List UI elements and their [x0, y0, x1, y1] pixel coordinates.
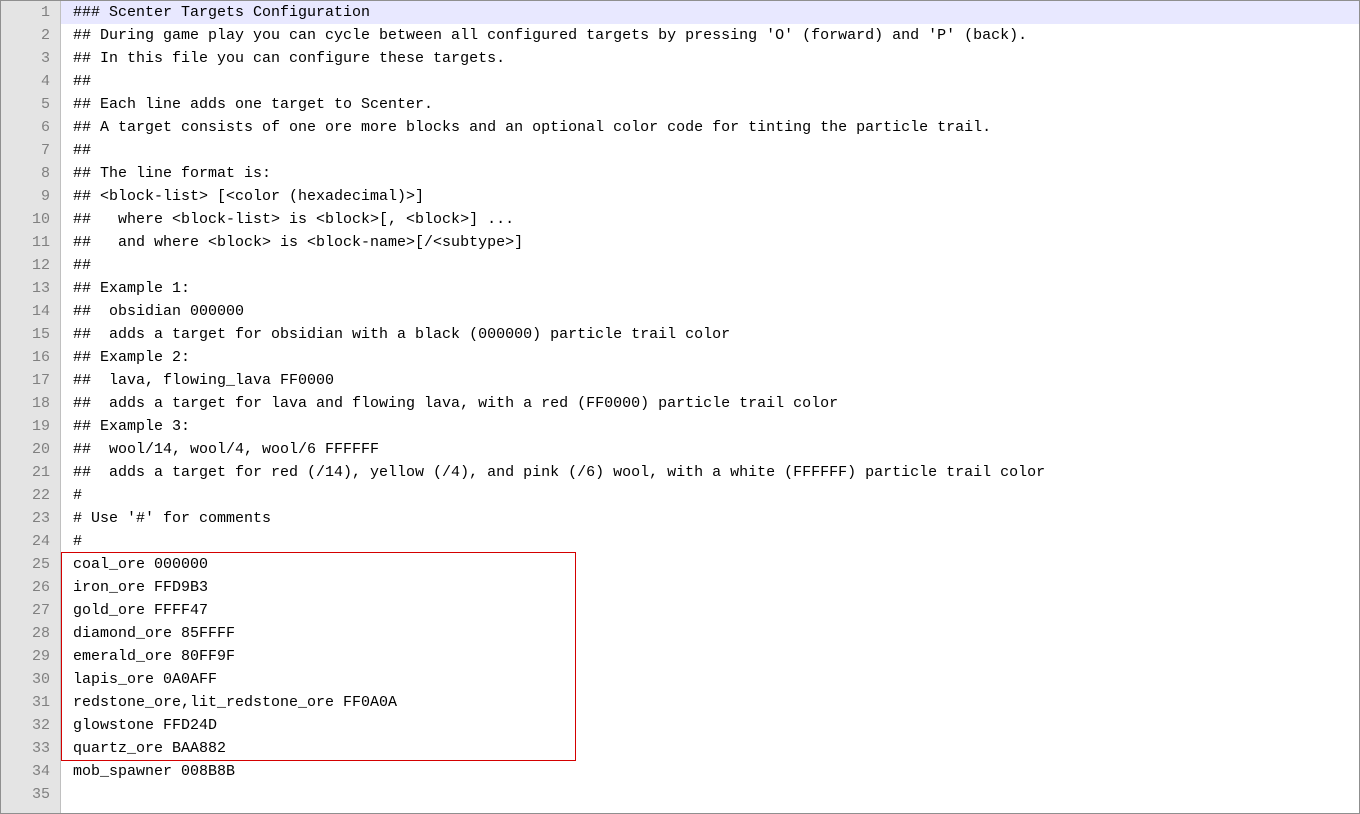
line-number: 16 — [1, 346, 60, 369]
line-number: 30 — [1, 668, 60, 691]
line-number: 1 — [1, 1, 60, 24]
line-number: 17 — [1, 369, 60, 392]
line-number: 26 — [1, 576, 60, 599]
code-line[interactable]: coal_ore 000000 — [61, 553, 1359, 576]
code-line[interactable]: ### Scenter Targets Configuration — [61, 1, 1359, 24]
code-line[interactable]: ## The line format is: — [61, 162, 1359, 185]
code-line[interactable]: ## — [61, 139, 1359, 162]
line-number: 5 — [1, 93, 60, 116]
line-number: 2 — [1, 24, 60, 47]
line-number: 8 — [1, 162, 60, 185]
code-line[interactable]: diamond_ore 85FFFF — [61, 622, 1359, 645]
code-line[interactable]: # — [61, 484, 1359, 507]
line-number: 24 — [1, 530, 60, 553]
text-editor: 1234567891011121314151617181920212223242… — [0, 0, 1360, 814]
code-line[interactable]: ## <block-list> [<color (hexadecimal)>] — [61, 185, 1359, 208]
code-line[interactable]: ## adds a target for lava and flowing la… — [61, 392, 1359, 415]
code-line[interactable]: ## wool/14, wool/4, wool/6 FFFFFF — [61, 438, 1359, 461]
line-number: 9 — [1, 185, 60, 208]
code-line[interactable]: quartz_ore BAA882 — [61, 737, 1359, 760]
code-line[interactable]: ## In this file you can configure these … — [61, 47, 1359, 70]
line-number: 34 — [1, 760, 60, 783]
code-line[interactable] — [61, 783, 1359, 806]
code-line[interactable]: ## Each line adds one target to Scenter. — [61, 93, 1359, 116]
line-number: 6 — [1, 116, 60, 139]
line-number: 25 — [1, 553, 60, 576]
code-line[interactable]: ## Example 2: — [61, 346, 1359, 369]
line-number-gutter: 1234567891011121314151617181920212223242… — [1, 1, 61, 813]
code-line[interactable]: gold_ore FFFF47 — [61, 599, 1359, 622]
code-line[interactable]: ## obsidian 000000 — [61, 300, 1359, 323]
code-line[interactable]: glowstone FFD24D — [61, 714, 1359, 737]
line-number: 27 — [1, 599, 60, 622]
code-line[interactable]: ## lava, flowing_lava FF0000 — [61, 369, 1359, 392]
code-line[interactable]: ## and where <block> is <block-name>[/<s… — [61, 231, 1359, 254]
code-line[interactable]: ## Example 3: — [61, 415, 1359, 438]
code-line[interactable]: # Use '#' for comments — [61, 507, 1359, 530]
code-line[interactable]: ## During game play you can cycle betwee… — [61, 24, 1359, 47]
line-number: 33 — [1, 737, 60, 760]
line-number: 14 — [1, 300, 60, 323]
code-line[interactable]: ## Example 1: — [61, 277, 1359, 300]
line-number: 22 — [1, 484, 60, 507]
line-number: 7 — [1, 139, 60, 162]
line-number: 35 — [1, 783, 60, 806]
line-number: 23 — [1, 507, 60, 530]
line-number: 11 — [1, 231, 60, 254]
line-number: 18 — [1, 392, 60, 415]
line-number: 3 — [1, 47, 60, 70]
line-number: 13 — [1, 277, 60, 300]
line-number: 4 — [1, 70, 60, 93]
code-line[interactable]: emerald_ore 80FF9F — [61, 645, 1359, 668]
code-line[interactable]: ## where <block-list> is <block>[, <bloc… — [61, 208, 1359, 231]
line-number: 20 — [1, 438, 60, 461]
line-number: 10 — [1, 208, 60, 231]
code-line[interactable]: iron_ore FFD9B3 — [61, 576, 1359, 599]
code-area[interactable]: ### Scenter Targets Configuration## Duri… — [61, 1, 1359, 813]
line-number: 21 — [1, 461, 60, 484]
code-line[interactable]: ## adds a target for obsidian with a bla… — [61, 323, 1359, 346]
code-line[interactable]: mob_spawner 008B8B — [61, 760, 1359, 783]
line-number: 15 — [1, 323, 60, 346]
code-line[interactable]: # — [61, 530, 1359, 553]
line-number: 28 — [1, 622, 60, 645]
line-number: 31 — [1, 691, 60, 714]
line-number: 12 — [1, 254, 60, 277]
code-line[interactable]: ## A target consists of one ore more blo… — [61, 116, 1359, 139]
line-number: 29 — [1, 645, 60, 668]
code-line[interactable]: ## adds a target for red (/14), yellow (… — [61, 461, 1359, 484]
line-number: 19 — [1, 415, 60, 438]
code-line[interactable]: ## — [61, 254, 1359, 277]
line-number: 32 — [1, 714, 60, 737]
code-line[interactable]: redstone_ore,lit_redstone_ore FF0A0A — [61, 691, 1359, 714]
code-line[interactable]: ## — [61, 70, 1359, 93]
code-line[interactable]: lapis_ore 0A0AFF — [61, 668, 1359, 691]
